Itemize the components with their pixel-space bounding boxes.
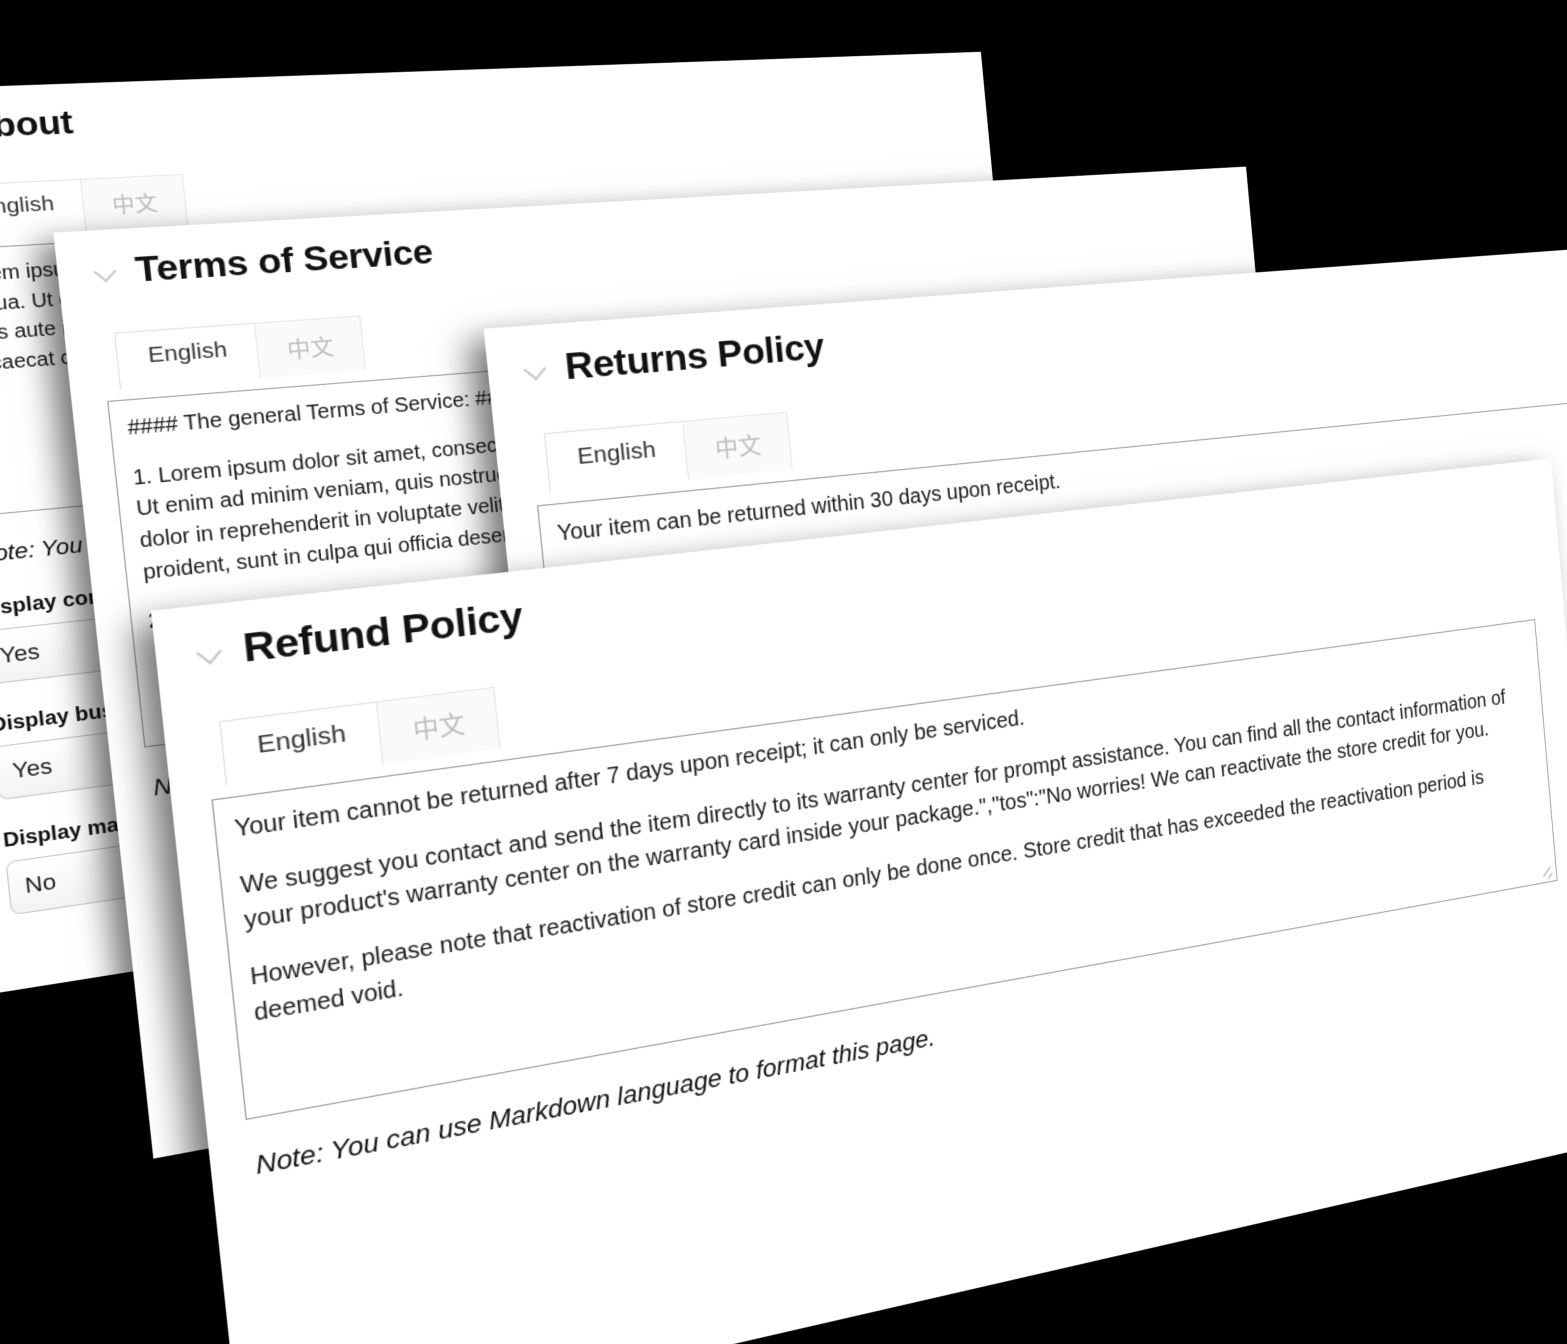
- chevron-down-icon[interactable]: [195, 637, 227, 667]
- page-title: About: [0, 106, 74, 144]
- tab-english[interactable]: English: [544, 421, 689, 493]
- select-value: Yes: [0, 639, 41, 669]
- tab-chinese[interactable]: 中文: [376, 687, 501, 765]
- panel-refund-policy[interactable]: Refund Policy English 中文 Your item canno…: [151, 458, 1567, 1344]
- tab-chinese[interactable]: 中文: [254, 315, 366, 378]
- tab-chinese[interactable]: 中文: [682, 412, 793, 480]
- tab-english[interactable]: English: [0, 179, 87, 239]
- select-value: No: [24, 869, 58, 899]
- panel-stack: About English 中文 Lorem ipsum dolor sit a…: [0, 0, 1567, 1055]
- page-title: Returns Policy: [563, 328, 826, 386]
- chevron-down-icon[interactable]: [92, 259, 120, 284]
- resize-grip-icon[interactable]: [1541, 865, 1554, 881]
- tab-english[interactable]: English: [114, 323, 261, 389]
- select-value: Yes: [11, 753, 53, 784]
- tab-english[interactable]: English: [219, 701, 383, 785]
- page-title: Terms of Service: [133, 234, 434, 288]
- chevron-down-icon[interactable]: [522, 356, 550, 383]
- page-title: Refund Policy: [241, 596, 524, 669]
- panel-about-header[interactable]: About: [0, 72, 957, 146]
- tab-chinese[interactable]: 中文: [80, 174, 188, 231]
